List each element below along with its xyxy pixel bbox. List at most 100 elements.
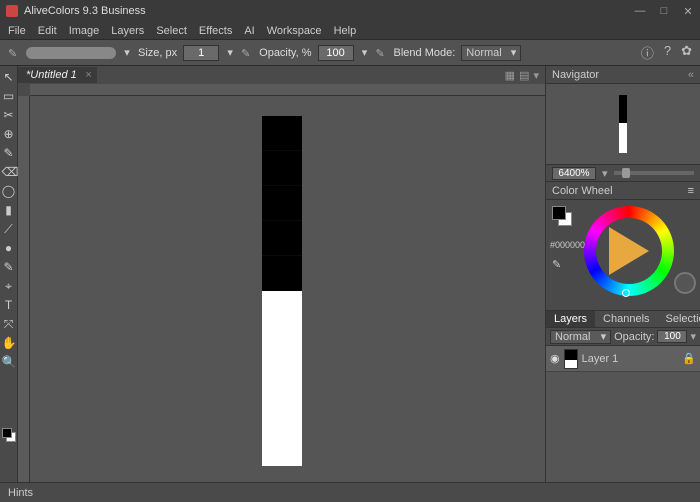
main-area: ↖ ▭ ✂ ⊕ ✎ ⌫ ◯ ▮ ⟋ ● ✎ ⌖ T ⤧ ✋ 🔍 *Untitle… bbox=[0, 66, 700, 502]
close-button[interactable]: ✕ bbox=[682, 5, 694, 18]
view-mode-b-icon[interactable]: ▤ bbox=[519, 69, 529, 82]
tool-brush[interactable]: ✎ bbox=[2, 146, 16, 160]
app-logo-icon bbox=[6, 5, 18, 17]
tool-eraser[interactable]: ⌫ bbox=[2, 165, 16, 179]
settings-icon[interactable]: ✿ bbox=[681, 43, 692, 62]
document-tab[interactable]: *Untitled 1 × bbox=[18, 67, 97, 83]
artboard bbox=[262, 116, 302, 466]
menu-workspace[interactable]: Workspace bbox=[267, 25, 322, 37]
tool-eyedropper[interactable]: ⤧ bbox=[2, 317, 16, 331]
brush-icon[interactable]: ✎ bbox=[8, 47, 20, 59]
zoom-slider[interactable] bbox=[614, 171, 694, 175]
layer-thumbnail[interactable] bbox=[564, 349, 578, 369]
opacity-dropdown-icon[interactable]: ▾ bbox=[360, 46, 370, 59]
sv-triangle[interactable] bbox=[609, 227, 649, 275]
navigator-collapse-icon[interactable]: « bbox=[688, 69, 694, 81]
layer-lock-icon[interactable]: 🔒 bbox=[682, 352, 696, 365]
workarea: *Untitled 1 × ▦ ▤ ▾ bbox=[18, 66, 545, 502]
eyedropper-icon[interactable]: ✎ bbox=[552, 258, 561, 271]
layer-visibility-icon[interactable]: ◉ bbox=[550, 352, 560, 365]
view-mode-a-icon[interactable]: ▦ bbox=[505, 69, 515, 82]
menu-effects[interactable]: Effects bbox=[199, 25, 232, 37]
tool-shape[interactable]: ◯ bbox=[2, 184, 16, 198]
tool-crop[interactable]: ✂ bbox=[2, 108, 16, 122]
tab-layers[interactable]: Layers bbox=[546, 311, 595, 327]
color-swatches[interactable] bbox=[2, 428, 16, 442]
tool-target[interactable]: ⊕ bbox=[2, 127, 16, 141]
tool-smudge[interactable]: ● bbox=[2, 241, 16, 255]
tool-text[interactable]: T bbox=[2, 298, 16, 312]
tool-move[interactable]: ↖ bbox=[2, 70, 16, 84]
tool-pencil[interactable]: ✎ bbox=[2, 260, 16, 274]
color-triangle[interactable] bbox=[596, 218, 662, 284]
navigator-thumb-content bbox=[619, 95, 627, 123]
opacity-label: Opacity, % bbox=[259, 47, 311, 59]
color-wheel-header: Color Wheel ≡ bbox=[546, 182, 700, 200]
tab-channels[interactable]: Channels bbox=[595, 311, 657, 327]
menu-edit[interactable]: Edit bbox=[38, 25, 57, 37]
menu-ai[interactable]: AI bbox=[244, 25, 254, 37]
ruler-horizontal[interactable] bbox=[30, 84, 545, 96]
color-wheel-menu-icon[interactable]: ≡ bbox=[688, 185, 694, 197]
hue-indicator[interactable] bbox=[622, 289, 630, 297]
ruler-vertical[interactable] bbox=[18, 96, 30, 502]
brush-dropdown-icon[interactable]: ▾ bbox=[122, 46, 132, 59]
navigator-header: Navigator « bbox=[546, 66, 700, 84]
blend-mode-select[interactable]: Normal ▾ bbox=[461, 45, 521, 61]
tool-zoom[interactable]: 🔍 bbox=[2, 355, 16, 369]
info-icon[interactable]: ⓘ bbox=[641, 43, 654, 62]
toolbar-right: ⓘ ? ✿ bbox=[641, 43, 692, 62]
menu-select[interactable]: Select bbox=[156, 25, 187, 37]
layer-row[interactable]: ◉ Layer 1 🔒 bbox=[546, 346, 700, 372]
tool-hand[interactable]: ✋ bbox=[2, 336, 16, 350]
menu-layers[interactable]: Layers bbox=[111, 25, 144, 37]
size-input[interactable]: 1 bbox=[183, 45, 219, 61]
navigator-zoom-row: 6400% ▾ bbox=[546, 164, 700, 182]
maximize-button[interactable]: □ bbox=[658, 5, 670, 18]
tab-selections[interactable]: Selections bbox=[658, 311, 700, 327]
zoom-dd-icon[interactable]: ▾ bbox=[602, 167, 608, 180]
minimize-button[interactable]: — bbox=[634, 5, 646, 18]
chevron-down-icon[interactable]: ▾ bbox=[690, 330, 696, 343]
menu-file[interactable]: File bbox=[8, 25, 26, 37]
title-bar: AliveColors 9.3 Business — □ ✕ bbox=[0, 0, 700, 22]
menu-help[interactable]: Help bbox=[334, 25, 357, 37]
layer-name[interactable]: Layer 1 bbox=[582, 353, 619, 365]
zoom-value[interactable]: 6400% bbox=[552, 167, 596, 180]
painted-region bbox=[262, 186, 302, 221]
tool-marquee[interactable]: ▭ bbox=[2, 89, 16, 103]
size-label: Size, px bbox=[138, 47, 177, 59]
color-preview-circle[interactable] bbox=[674, 272, 696, 294]
layer-opacity-input[interactable]: 100 bbox=[657, 330, 687, 343]
tool-bucket[interactable]: ▮ bbox=[2, 203, 16, 217]
size-dropdown-icon[interactable]: ▾ bbox=[225, 46, 235, 59]
foreground-color-swatch[interactable] bbox=[2, 428, 12, 438]
tool-clone[interactable]: ⌖ bbox=[2, 279, 16, 293]
view-mode-menu-icon[interactable]: ▾ bbox=[533, 69, 539, 82]
canvas[interactable] bbox=[30, 96, 545, 502]
layer-blend-select[interactable]: Normal ▾ bbox=[550, 330, 611, 344]
tool-palette: ↖ ▭ ✂ ⊕ ✎ ⌫ ◯ ▮ ⟋ ● ✎ ⌖ T ⤧ ✋ 🔍 bbox=[0, 66, 18, 502]
color-hex-value[interactable]: #000000 bbox=[550, 240, 585, 250]
color-wheel[interactable] bbox=[584, 206, 674, 296]
painted-region bbox=[262, 151, 302, 186]
layer-blend-value: Normal bbox=[555, 331, 590, 343]
navigator-preview[interactable] bbox=[546, 84, 700, 164]
size-link-icon[interactable]: ✎ bbox=[241, 47, 253, 59]
chevron-down-icon: ▾ bbox=[601, 330, 607, 343]
panel-column: Navigator « 6400% ▾ Color Wheel ≡ #00000… bbox=[545, 66, 700, 502]
tab-close-icon[interactable]: × bbox=[85, 69, 91, 81]
navigator-thumbnail bbox=[619, 95, 627, 153]
tool-gradient[interactable]: ⟋ bbox=[2, 222, 16, 236]
zoom-slider-knob[interactable] bbox=[622, 168, 630, 178]
opacity-link-icon[interactable]: ✎ bbox=[376, 47, 388, 59]
opacity-input[interactable]: 100 bbox=[318, 45, 354, 61]
menu-image[interactable]: Image bbox=[69, 25, 100, 37]
help-icon[interactable]: ? bbox=[664, 43, 671, 62]
color-wheel-swatches[interactable] bbox=[552, 206, 572, 226]
painted-region bbox=[262, 256, 302, 291]
status-bar: Hints bbox=[0, 482, 700, 502]
color-wheel-body: #000000 ✎ bbox=[546, 200, 700, 310]
brush-preview[interactable] bbox=[26, 47, 116, 59]
cw-foreground-swatch[interactable] bbox=[552, 206, 566, 220]
